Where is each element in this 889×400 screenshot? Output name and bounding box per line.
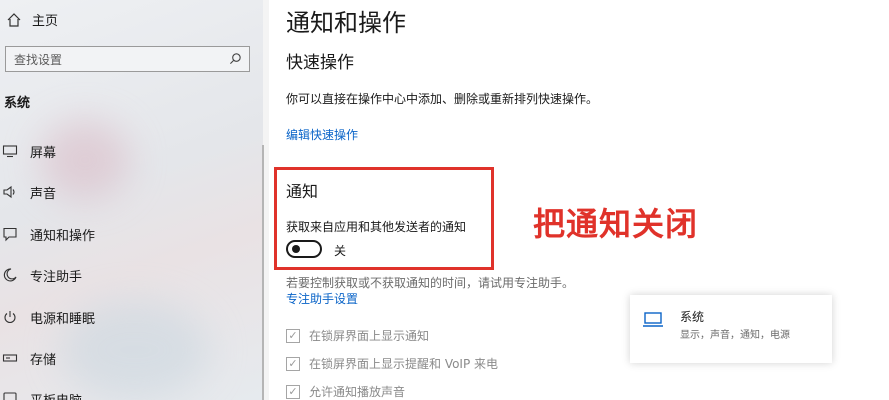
quick-actions-description: 你可以直接在操作中心中添加、删除或重新排列快速操作。 [286,92,599,106]
sidebar-item-label: 通知和操作 [30,228,96,244]
card-subtitle: 显示，声音，通知，电源 [680,330,790,341]
card-title: 系统 [680,310,705,324]
search-input[interactable]: 查找设置 [5,46,250,72]
search-icon [229,53,241,65]
search-placeholder: 查找设置 [14,52,63,67]
checkbox[interactable]: ✓ [286,328,300,343]
home-label: 主页 [32,14,59,29]
edit-quick-actions-link[interactable]: 编辑快速操作 [286,126,358,143]
page-title: 通知和操作 [286,9,406,37]
notification-sound-option[interactable]: ✓ 允许通知播放声音 [286,383,405,400]
sidebar-item-label: 电源和睡眠 [30,311,96,327]
sidebar-item-label: 声音 [30,186,57,202]
focus-assist-settings-link[interactable]: 专注助手设置 [286,290,358,307]
quick-actions-heading: 快速操作 [286,53,354,73]
focus-assist-hint: 若要控制获取或不获取通知的时间，请试用专注助手。 [286,276,575,290]
checkbox-label: 在锁屏界面上显示通知 [309,329,430,343]
sidebar-scrollbar[interactable] [262,145,264,400]
lockscreen-notifications-option[interactable]: ✓ 在锁屏界面上显示通知 [286,327,429,344]
sidebar-item-tablet[interactable]: 平板电脑 [0,388,82,400]
laptop-icon [643,312,663,327]
tablet-icon [3,392,17,400]
moon-icon [3,268,17,282]
sidebar-item-label: 屏幕 [30,145,57,161]
power-icon [4,311,16,324]
sidebar-item-label: 专注助手 [30,269,83,285]
checkbox[interactable]: ✓ [286,384,300,399]
section-system: 系统 [4,96,31,111]
sidebar-item-notifications[interactable]: 通知和操作 [0,223,95,245]
annotation-text: 把通知关闭 [533,205,699,243]
sidebar-item-display[interactable]: 屏幕 [0,140,56,162]
notifications-heading: 通知 [286,182,319,201]
monitor-icon [2,145,18,158]
sidebar-item-storage[interactable]: 存储 [0,347,56,369]
toggle-knob [292,245,300,253]
checkbox[interactable]: ✓ [286,356,300,371]
sidebar-item-focus-assist[interactable]: 专注助手 [0,264,82,286]
sidebar: 主页 查找设置 系统 屏幕 声音 通知和操作 专注助手 电源和睡眠 存储 平板电… [0,0,263,400]
home-icon [7,12,21,27]
checkbox-label: 在锁屏界面上显示提醒和 VoIP 来电 [309,357,499,371]
toggle-state-label: 关 [334,244,347,258]
system-card[interactable]: 系统 显示，声音，通知，电源 [630,295,832,363]
checkbox-label: 允许通知播放声音 [309,385,406,399]
notifications-toggle[interactable] [286,240,322,258]
notification-icon [3,227,17,242]
home-nav[interactable]: 主页 [6,10,58,29]
lockscreen-reminders-option[interactable]: ✓ 在锁屏界面上显示提醒和 VoIP 来电 [286,355,498,372]
sidebar-item-label: 平板电脑 [30,390,82,400]
sidebar-item-power[interactable]: 电源和睡眠 [0,306,95,328]
storage-icon [2,354,18,362]
sidebar-item-label: 存储 [30,352,57,368]
sidebar-item-sound[interactable]: 声音 [0,181,56,203]
speaker-icon [3,185,15,199]
notifications-label: 获取来自应用和其他发送者的通知 [286,220,467,234]
